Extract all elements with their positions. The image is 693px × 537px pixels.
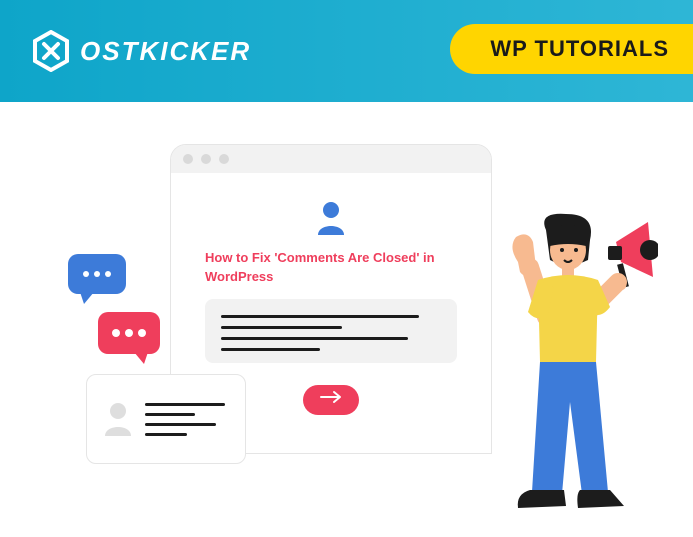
window-dot-icon (201, 154, 211, 164)
content-placeholder (205, 299, 457, 363)
brand-hexagon-icon (30, 30, 72, 72)
category-badge: WP TUTORIALS (450, 24, 693, 74)
brand-logo: OSTKICKER (30, 30, 251, 72)
arrow-right-icon (320, 390, 342, 409)
text-line (145, 423, 216, 426)
text-line (145, 433, 187, 436)
text-line (221, 348, 320, 351)
window-dot-icon (183, 154, 193, 164)
article-heading: How to Fix 'Comments Are Closed' in Word… (205, 249, 457, 287)
illustration-canvas: How to Fix 'Comments Are Closed' in Word… (0, 102, 693, 511)
window-dot-icon (219, 154, 229, 164)
chat-bubble-icon (68, 254, 126, 294)
text-line (221, 326, 342, 329)
chat-bubble-icon (98, 312, 160, 354)
profile-card (86, 374, 246, 464)
text-line (221, 337, 408, 340)
card-text-lines (145, 403, 229, 436)
user-icon (316, 201, 346, 235)
text-line (145, 403, 225, 406)
user-icon (103, 402, 133, 436)
window-titlebar (171, 145, 491, 173)
header-bar: OSTKICKER WP TUTORIALS (0, 0, 693, 102)
person-illustration (478, 212, 658, 532)
next-button[interactable] (303, 385, 359, 415)
text-line (145, 413, 195, 416)
brand-text: OSTKICKER (80, 36, 251, 67)
text-line (221, 315, 419, 318)
